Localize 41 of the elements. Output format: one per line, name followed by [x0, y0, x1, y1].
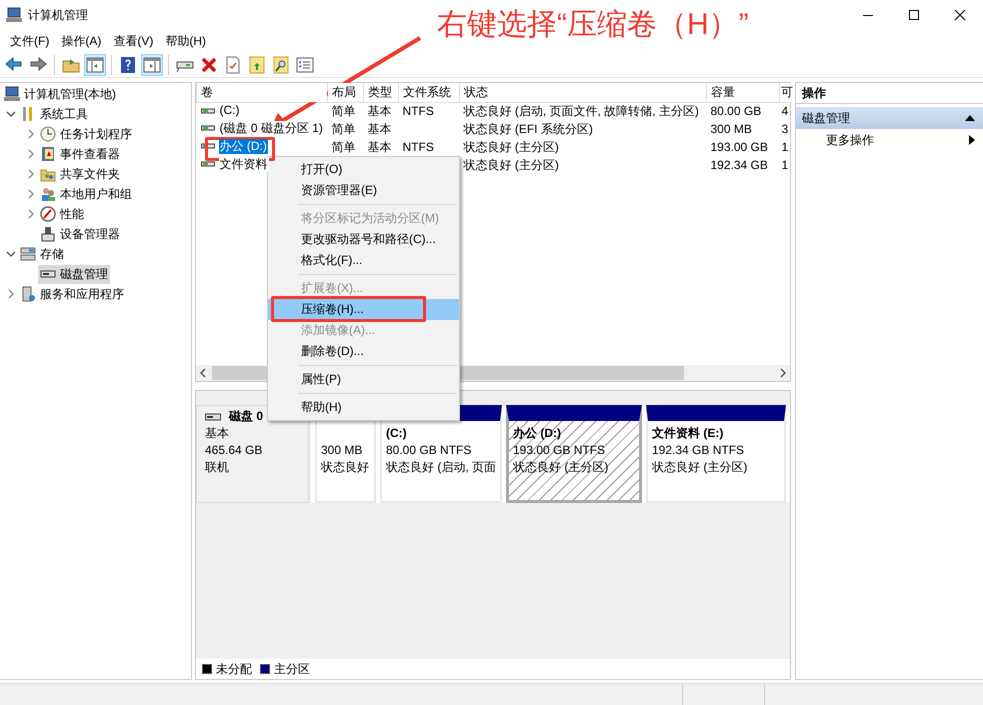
partition-title: (C:)	[386, 425, 408, 442]
table-cell: NTFS	[402, 140, 434, 154]
table-cell: 1	[782, 158, 788, 172]
window-title: 计算机管理	[28, 8, 88, 22]
table-cell: NTFS	[402, 104, 434, 118]
partition-size: 192.34 GB NTFS	[652, 442, 746, 459]
disk-state: 联机	[205, 459, 230, 476]
table-cell: 基本	[368, 104, 392, 118]
table-cell: 状态良好 (EFI 系统分区)	[464, 122, 593, 136]
table-cell: 300 MB	[710, 122, 752, 136]
table-cell: 4	[782, 104, 788, 118]
partition-size: 300 MB	[321, 442, 364, 459]
table-cell: 193.00 GB	[710, 140, 768, 154]
table-cell: 状态良好 (启动, 页面文件, 故障转储, 主分区)	[464, 104, 699, 118]
partition-size: 193.00 GB NTFS	[513, 442, 606, 459]
partition-status: 状态良好 (主分区)	[652, 459, 748, 476]
partition-status: 状态良好 (启动, 页面	[386, 459, 496, 476]
table-cell: 简单	[332, 104, 356, 118]
table-cell: 1	[782, 140, 788, 154]
table-cell: 192.34 GB	[710, 158, 768, 172]
table-cell: 简单	[332, 122, 356, 136]
pane-title: 操作	[796, 83, 983, 104]
table-cell: 基本	[368, 122, 392, 136]
partition-size: 80.00 GB NTFS	[386, 442, 472, 459]
table-cell: 状态良好 (主分区)	[464, 140, 559, 154]
section-title: 磁盘管理	[802, 110, 850, 126]
table-cell: 基本	[368, 140, 392, 154]
annotation-text: 右键选择“压缩卷（H）”	[437, 7, 749, 43]
legend-label: 主分区	[274, 662, 310, 676]
legend-label: 未分配	[216, 662, 252, 676]
disk-name: 磁盘 0	[229, 408, 264, 425]
partition-title: 文件资料 (E:)	[652, 425, 724, 442]
partition-status: 状态良好	[321, 459, 370, 476]
partition-title: 办公 (D:)	[513, 425, 562, 442]
disk-size: 465.64 GB	[205, 442, 264, 459]
partition-status: 状态良好 (主分区)	[513, 459, 610, 476]
table-cell: 简单	[332, 140, 356, 154]
disk-type: 基本	[205, 425, 230, 442]
table-cell: 80.00 GB	[710, 104, 762, 118]
table-cell: 状态良好 (主分区)	[464, 158, 559, 172]
table-cell: 3	[782, 122, 788, 136]
